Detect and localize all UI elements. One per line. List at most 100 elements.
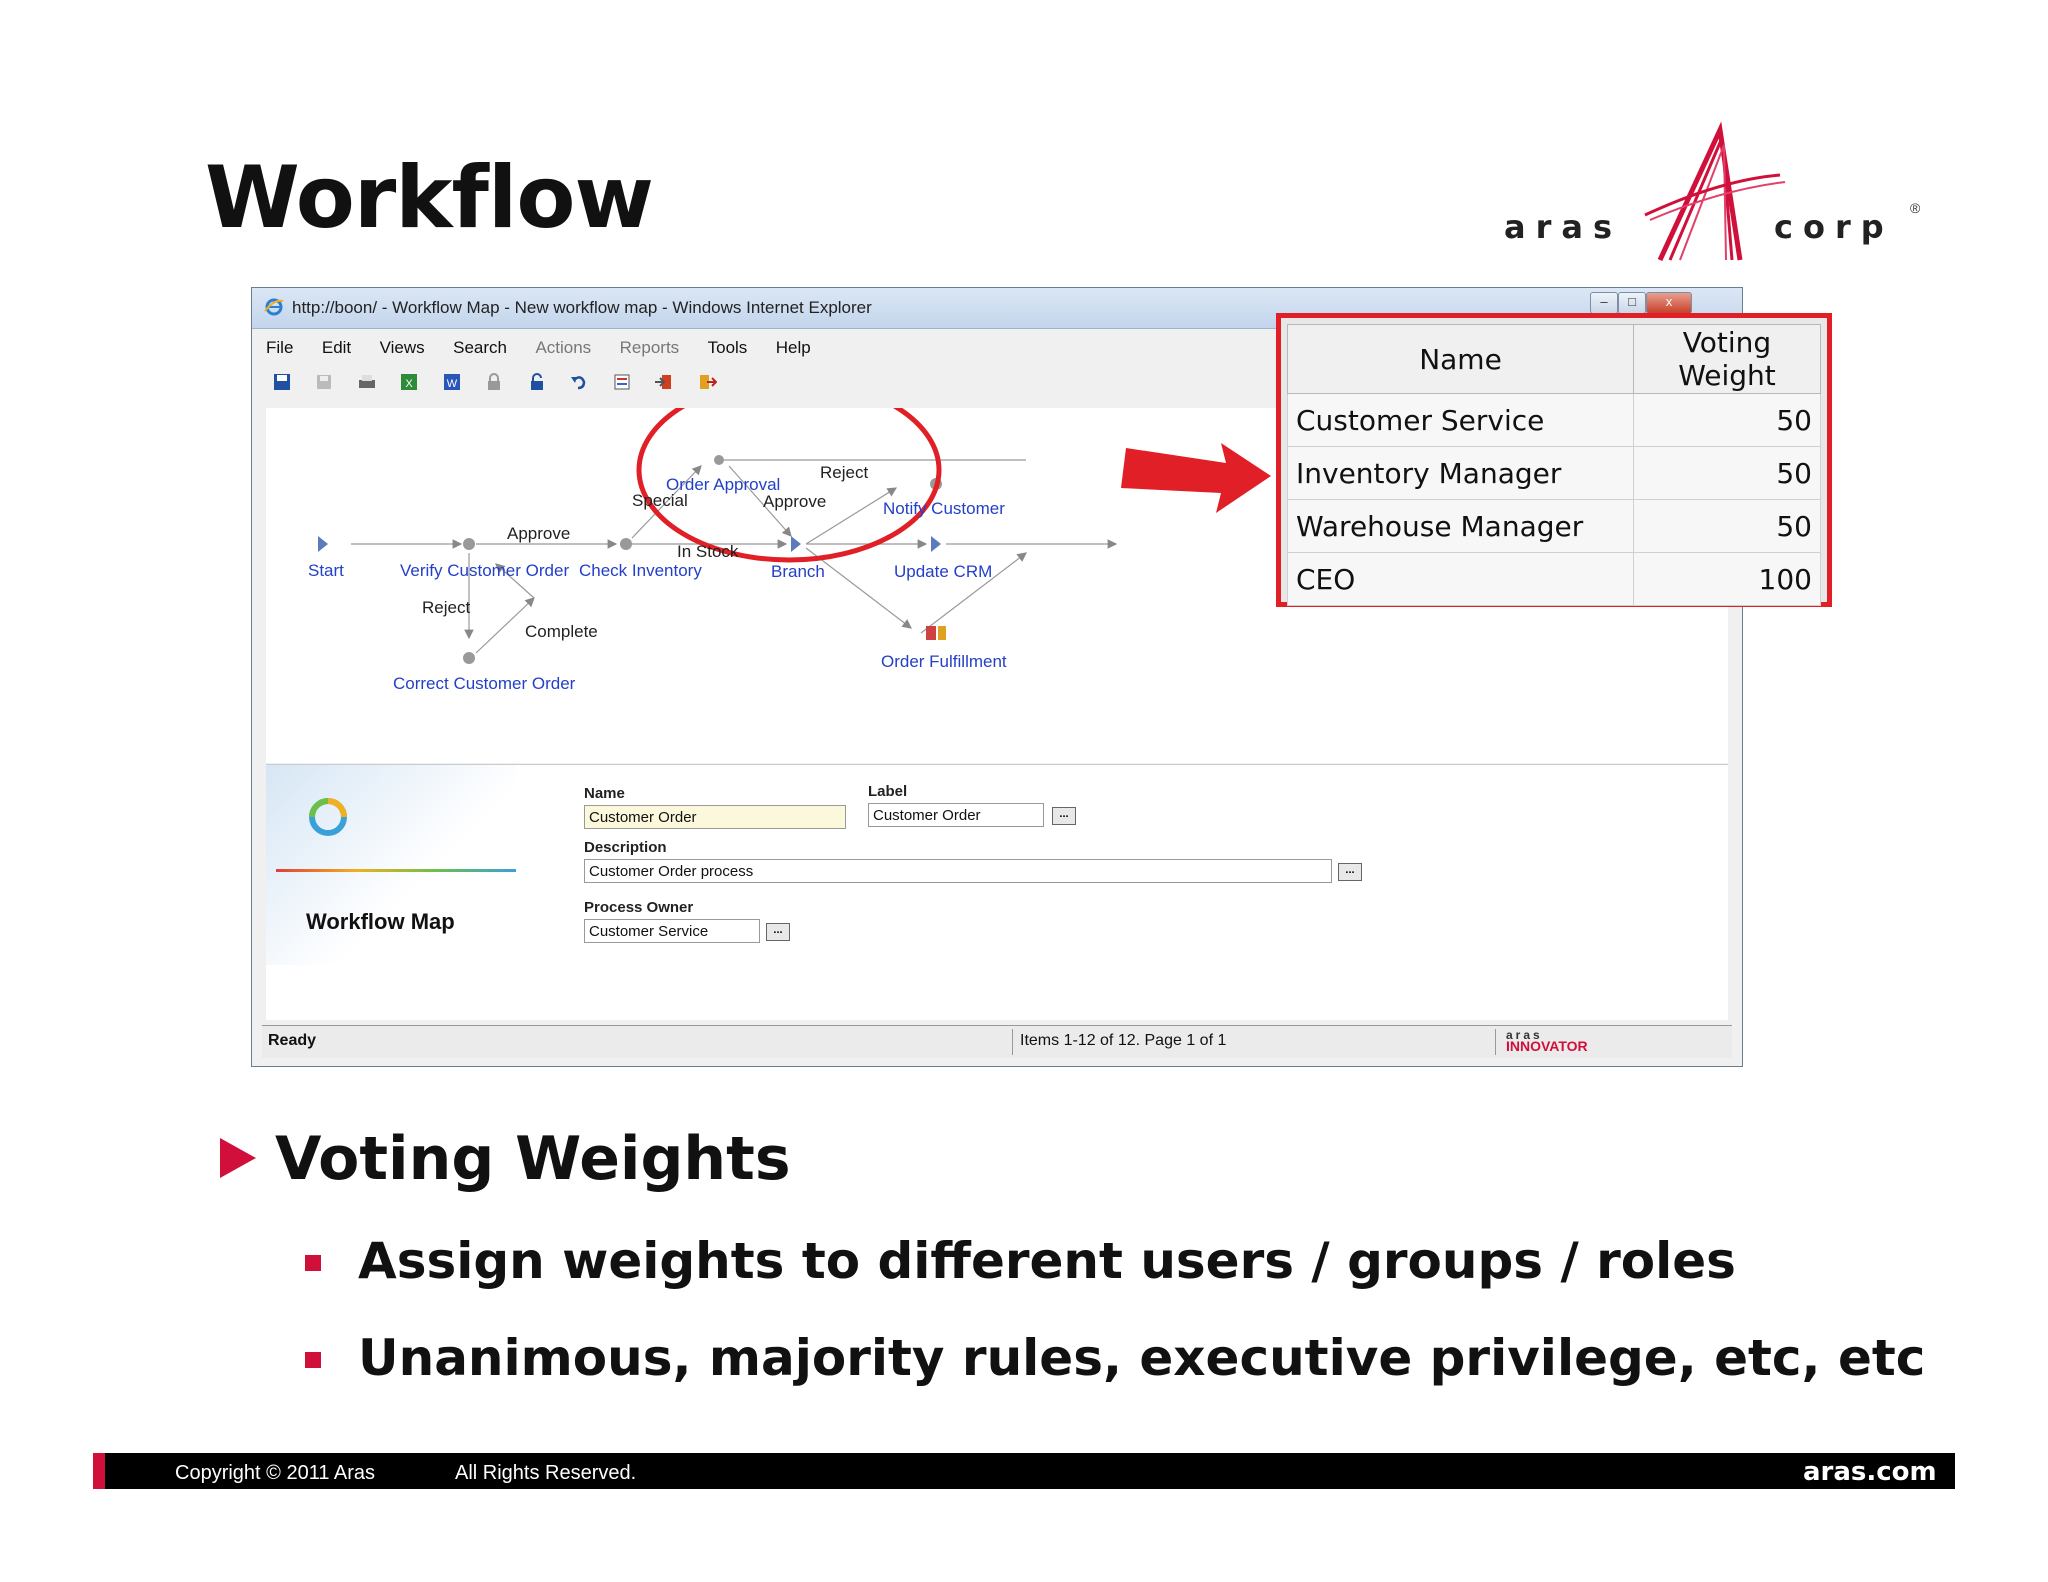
process-owner-field[interactable]: Customer Service: [584, 919, 760, 943]
aras-corp-logo: aras corp ®: [1500, 120, 1930, 280]
brand-innovator: INNOVATOR: [1506, 1038, 1588, 1054]
cell-name: Warehouse Manager: [1287, 499, 1634, 553]
export-icon[interactable]: [697, 372, 717, 392]
node-update-crm[interactable]: Update CRM: [894, 562, 992, 582]
voting-weight-panel: Name Voting Weight Customer Service 50 I…: [1276, 313, 1832, 607]
sub-bullet-square-icon: [305, 1255, 321, 1271]
cell-name: Customer Service: [1287, 393, 1634, 447]
menu-search[interactable]: Search: [453, 338, 507, 358]
logo-text-aras: aras: [1504, 208, 1623, 246]
path-label-in-stock[interactable]: In Stock: [677, 542, 738, 562]
table-header-row: Name Voting Weight: [1287, 324, 1821, 394]
column-header-voting-weight[interactable]: Voting Weight: [1633, 324, 1821, 394]
sub-bullet-voting-rules: Unanimous, majority rules, executive pri…: [358, 1329, 1926, 1387]
sub-bullet-assign-weights: Assign weights to different users / grou…: [358, 1232, 1736, 1290]
cell-weight: 50: [1633, 393, 1821, 447]
save-icon[interactable]: [272, 372, 292, 392]
bullet-triangle-icon: [220, 1138, 256, 1178]
name-label: Name: [584, 785, 625, 802]
logo-text-corp: corp: [1774, 208, 1894, 246]
bullet-voting-weights: Voting Weights: [275, 1124, 791, 1194]
node-notify-customer[interactable]: Notify Customer: [883, 499, 1005, 519]
menu-file[interactable]: File: [266, 338, 293, 358]
form-side-banner: Workflow Map: [266, 765, 516, 965]
node-start[interactable]: Start: [308, 561, 344, 581]
minimize-button[interactable]: –: [1590, 292, 1618, 314]
menu-reports[interactable]: Reports: [620, 338, 680, 358]
description-field[interactable]: Customer Order process: [584, 859, 1332, 883]
slide-title: Workflow: [205, 148, 654, 248]
node-check-inventory[interactable]: Check Inventory: [579, 561, 702, 581]
slide-footer: Copyright © 2011 Aras All Rights Reserve…: [93, 1453, 1955, 1489]
name-field[interactable]: Customer Order: [584, 805, 846, 829]
cell-weight: 100: [1633, 552, 1821, 606]
cell-weight: 50: [1633, 446, 1821, 500]
path-label-special[interactable]: Special: [632, 491, 688, 511]
table-row[interactable]: Warehouse Manager 50: [1287, 499, 1821, 553]
registered-mark: ®: [1910, 200, 1921, 216]
menu-actions[interactable]: Actions: [535, 338, 591, 358]
word-icon[interactable]: W: [442, 372, 462, 392]
svg-text:W: W: [447, 378, 458, 390]
menu-bar: File Edit Views Search Actions Reports T…: [266, 338, 835, 368]
table-row[interactable]: Inventory Manager 50: [1287, 446, 1821, 500]
label-lookup-button[interactable]: ...: [1052, 807, 1076, 825]
unlock-icon[interactable]: [527, 372, 547, 392]
menu-views[interactable]: Views: [380, 338, 425, 358]
close-button[interactable]: x: [1646, 292, 1692, 314]
node-order-fulfillment[interactable]: Order Fulfillment: [881, 652, 1007, 672]
aras-a-mark-icon: [1644, 121, 1786, 262]
status-bar: Ready Items 1-12 of 12. Page 1 of 1 aras…: [262, 1025, 1732, 1058]
excel-icon[interactable]: X: [399, 372, 419, 392]
node-branch[interactable]: Branch: [771, 562, 825, 582]
label-field[interactable]: Customer Order: [868, 803, 1044, 827]
cell-weight: 50: [1633, 499, 1821, 553]
path-label-approve-order[interactable]: Approve: [763, 492, 826, 512]
path-label-approve[interactable]: Approve: [507, 524, 570, 544]
form-side-title: Workflow Map: [306, 909, 455, 934]
description-edit-button[interactable]: ...: [1338, 863, 1362, 881]
status-divider: [1012, 1029, 1013, 1055]
path-label-reject[interactable]: Reject: [422, 598, 470, 618]
table-row[interactable]: Customer Service 50: [1287, 393, 1821, 447]
lock-icon[interactable]: [484, 372, 504, 392]
import-icon[interactable]: [654, 372, 674, 392]
sub-bullet-square-icon: [305, 1352, 321, 1368]
toolbar: X W: [272, 372, 735, 402]
workflow-properties-form: Workflow Map Name Customer Order Label C…: [266, 764, 1728, 1020]
aras-innovator-brand: aras INNOVATOR: [1502, 1028, 1642, 1056]
workflow-map-icon: [309, 798, 347, 836]
ie-logo-icon: [264, 298, 284, 316]
status-items-count: Items 1-12 of 12. Page 1 of 1: [1020, 1032, 1227, 1049]
menu-tools[interactable]: Tools: [708, 338, 748, 358]
cell-name: Inventory Manager: [1287, 446, 1634, 500]
process-owner-lookup-button[interactable]: ...: [766, 923, 790, 941]
undo-icon[interactable]: [569, 372, 589, 392]
print-icon[interactable]: [357, 372, 377, 392]
save-as-icon[interactable]: [314, 372, 334, 392]
footer-site[interactable]: aras.com: [1803, 1457, 1937, 1487]
status-divider-2: [1495, 1029, 1496, 1055]
menu-edit[interactable]: Edit: [322, 338, 351, 358]
voting-weight-table: Name Voting Weight Customer Service 50 I…: [1287, 324, 1821, 606]
maximize-button[interactable]: □: [1618, 292, 1646, 314]
browser-title: http://boon/ - Workflow Map - New workfl…: [292, 298, 872, 317]
label-label: Label: [868, 783, 908, 800]
menu-help[interactable]: Help: [776, 338, 811, 358]
svg-text:X: X: [406, 378, 414, 390]
node-correct-customer-order[interactable]: Correct Customer Order: [393, 674, 575, 694]
node-verify-customer-order[interactable]: Verify Customer Order: [400, 561, 569, 581]
status-ready: Ready: [268, 1032, 317, 1049]
path-label-complete[interactable]: Complete: [525, 622, 598, 642]
properties-icon[interactable]: [612, 372, 632, 392]
cell-name: CEO: [1287, 552, 1634, 606]
column-header-name[interactable]: Name: [1287, 324, 1634, 394]
path-label-reject-order[interactable]: Reject: [820, 463, 868, 483]
table-row[interactable]: CEO 100: [1287, 552, 1821, 606]
footer-copyright: Copyright © 2011 Aras: [175, 1462, 376, 1484]
description-label: Description: [584, 839, 667, 856]
footer-rights: All Rights Reserved.: [455, 1462, 637, 1484]
process-owner-label: Process Owner: [584, 899, 694, 916]
banner-divider: [276, 869, 516, 872]
footer-accent: [93, 1453, 105, 1489]
